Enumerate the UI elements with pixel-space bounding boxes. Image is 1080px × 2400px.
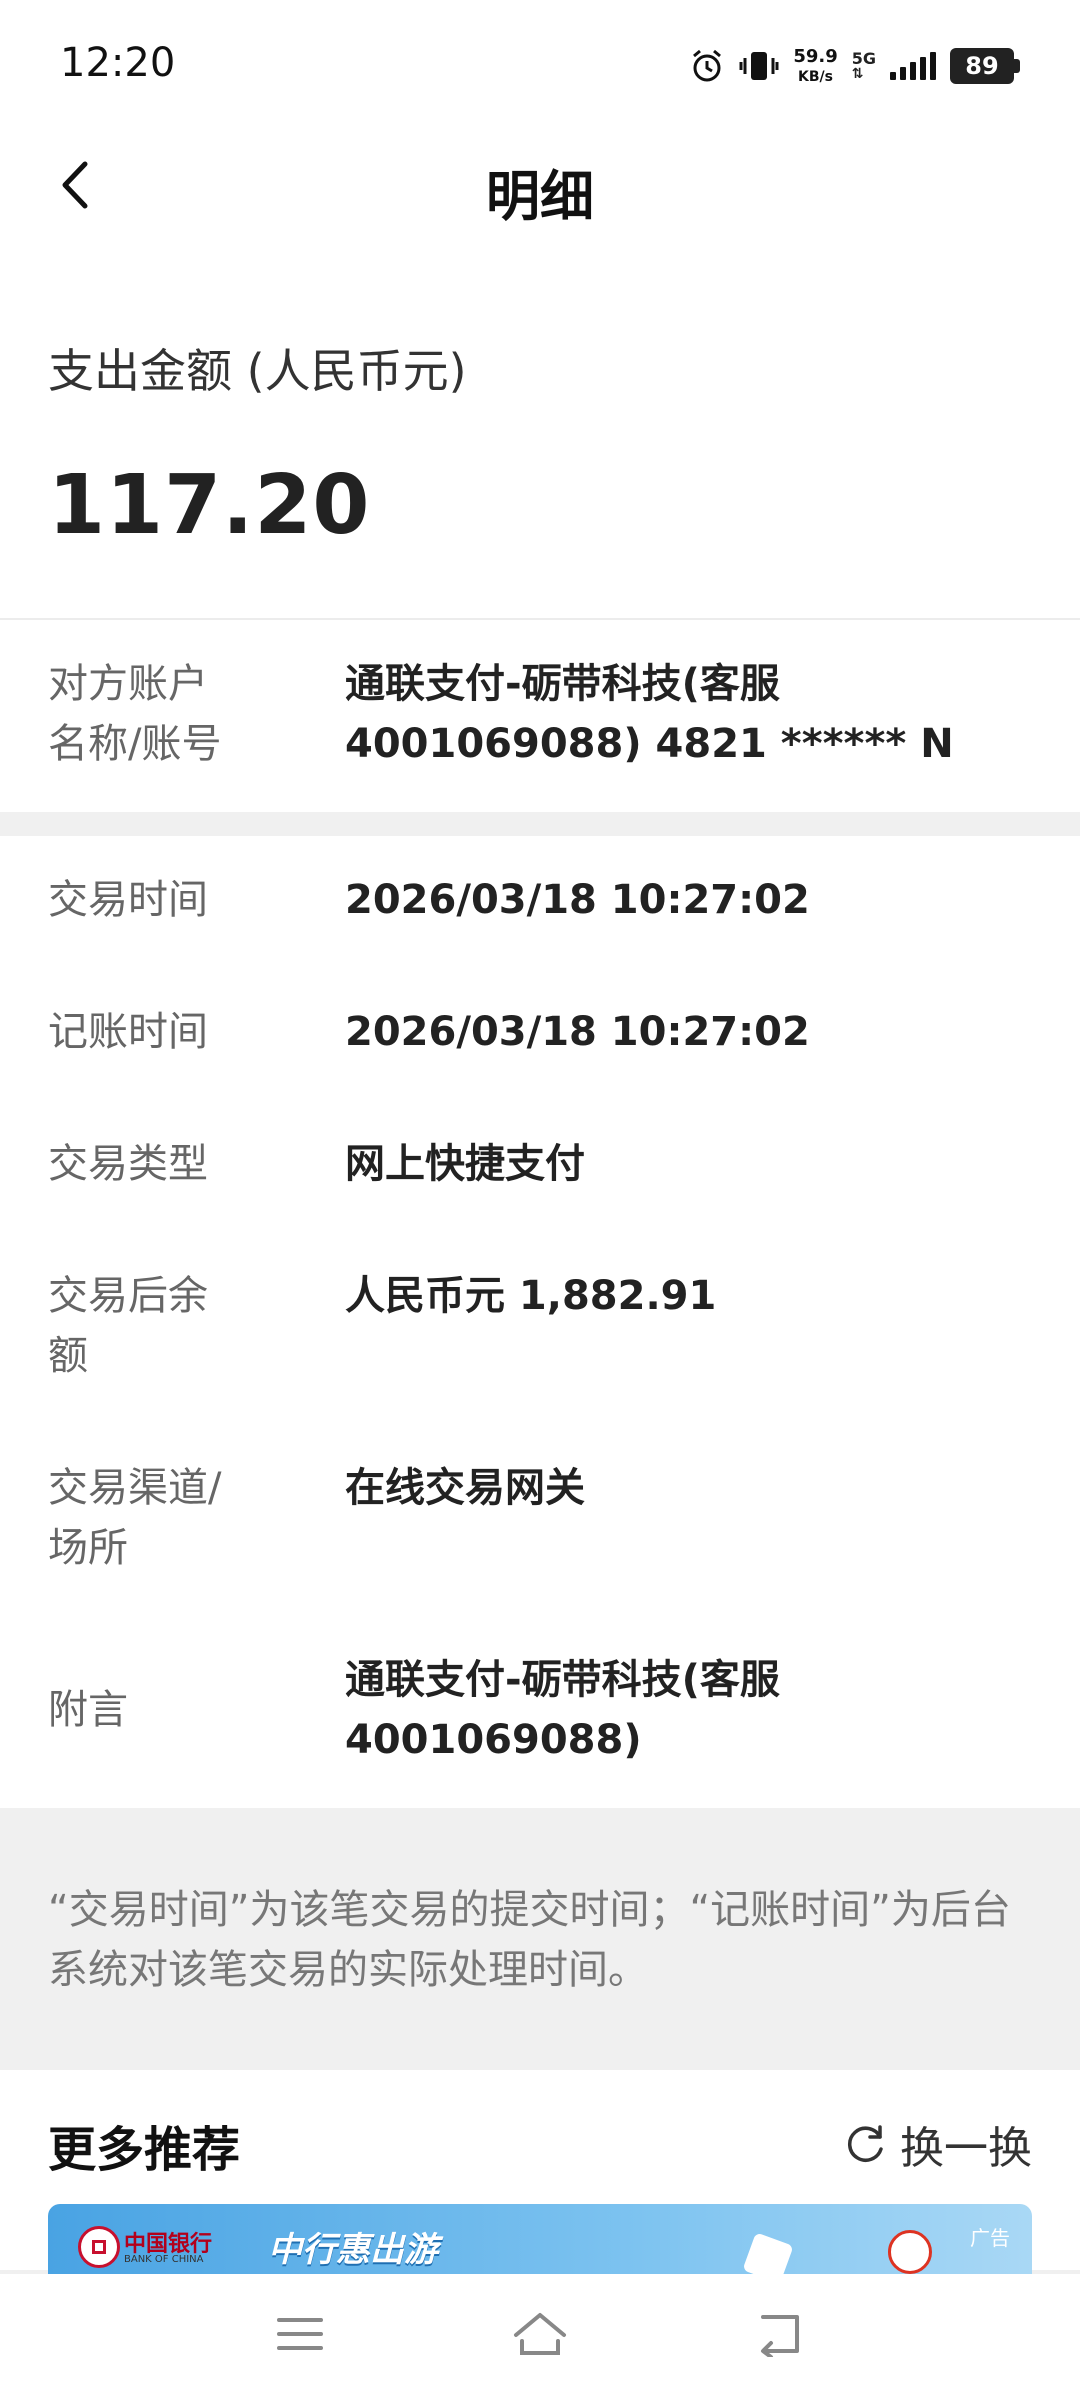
amount-value: 117.20	[48, 458, 371, 553]
refresh-label: 换一换	[900, 2123, 1032, 2174]
net-speed: 59.9 KB/s	[793, 46, 838, 85]
detail-label: 交易渠道/ 场所	[48, 1458, 221, 1578]
detail-label: 交易时间	[48, 877, 208, 923]
detail-label-line1: 交易渠道/	[48, 1465, 222, 1511]
banner-slogan: 中行惠出游	[268, 2230, 438, 2270]
note-section: “交易时间”为该笔交易的提交时间；“记账时间”为后台系统对该笔交易的实际处理时间…	[0, 1808, 1080, 2070]
detail-label: 交易后余 额	[48, 1266, 208, 1386]
banner-brand-en: BANK OF CHINA	[124, 2254, 204, 2265]
counterparty-row: 对方账户 名称/账号 通联支付-砺带科技(客服 4001069088) 4821…	[0, 620, 1080, 812]
detail-label: 记账时间	[48, 1009, 208, 1055]
banner-decoration	[888, 2230, 932, 2274]
detail-value: 人民币元 1,882.91	[345, 1273, 717, 1319]
counterparty-value: 通联支付-砺带科技(客服 4001069088) 4821 ****** N	[345, 654, 954, 774]
amount-section: 支出金额 (人民币元) 117.20	[0, 240, 1080, 618]
detail-label-line1: 交易后余	[48, 1273, 208, 1319]
home-button[interactable]	[505, 2304, 575, 2364]
battery-icon: 89	[950, 48, 1020, 84]
detail-value-line2: 4001069088)	[345, 1717, 642, 1763]
detail-value: 网上快捷支付	[345, 1141, 585, 1187]
counterparty-value-line2: 4001069088) 4821 ****** N	[345, 721, 954, 767]
detail-value: 通联支付-砺带科技(客服 4001069088)	[345, 1650, 780, 1770]
amount-label: 支出金额 (人民币元)	[48, 344, 467, 398]
detail-label-line2: 额	[48, 1333, 88, 1379]
network-label: 5G	[851, 49, 876, 68]
detail-value: 2026/03/18 10:27:02	[345, 877, 810, 923]
menu-icon	[277, 2318, 323, 2350]
bank-of-china-logo-icon	[78, 2226, 120, 2268]
counterparty-label-line1: 对方账户	[48, 661, 208, 707]
status-bar: 12:20 59.9 KB/s 5G ⇅ 89	[0, 0, 1080, 130]
note-text: “交易时间”为该笔交易的提交时间；“记账时间”为后台系统对该笔交易的实际处理时间…	[48, 1887, 1011, 1993]
system-nav-bar	[0, 2274, 1080, 2400]
return-button[interactable]	[745, 2304, 815, 2364]
refresh-button[interactable]: 换一换	[842, 2112, 1032, 2176]
detail-label: 附言	[48, 1687, 128, 1733]
banner-decoration	[742, 2232, 794, 2274]
status-icons: 59.9 KB/s 5G ⇅ 89	[689, 40, 1020, 92]
header: 明细	[0, 130, 1080, 240]
page-title: 明细	[486, 165, 594, 228]
network-type: 5G ⇅	[851, 49, 876, 82]
ad-banner[interactable]: 中国银行 BANK OF CHINA 中行惠出游 广告	[48, 2204, 1032, 2274]
menu-button[interactable]	[265, 2304, 335, 2364]
return-icon	[761, 2315, 799, 2357]
counterparty-label-line2: 名称/账号	[48, 721, 222, 767]
net-speed-unit: KB/s	[798, 69, 833, 85]
detail-label: 交易类型	[48, 1141, 208, 1187]
ad-tag: 广告	[970, 2226, 1010, 2250]
net-speed-value: 59.9	[793, 46, 838, 67]
recommend-title: 更多推荐	[48, 2122, 241, 2178]
counterparty-value-line1: 通联支付-砺带科技(客服	[345, 661, 780, 707]
counterparty-label: 对方账户 名称/账号	[48, 654, 221, 774]
data-arrows-icon: ⇅	[851, 66, 864, 82]
status-time: 12:20	[60, 40, 176, 86]
details-section: 交易时间 2026/03/18 10:27:02 记账时间 2026/03/18…	[0, 836, 1080, 1808]
detail-value: 在线交易网关	[345, 1465, 585, 1511]
home-icon	[514, 2313, 566, 2355]
detail-label-line2: 场所	[48, 1525, 128, 1571]
refresh-icon	[847, 2125, 883, 2162]
detail-value: 2026/03/18 10:27:02	[345, 1009, 810, 1055]
signal-icon	[890, 52, 936, 80]
alarm-icon	[693, 49, 722, 82]
detail-value-line1: 通联支付-砺带科技(客服	[345, 1657, 780, 1703]
battery-level: 89	[950, 48, 1014, 84]
vibrate-icon	[739, 52, 779, 80]
